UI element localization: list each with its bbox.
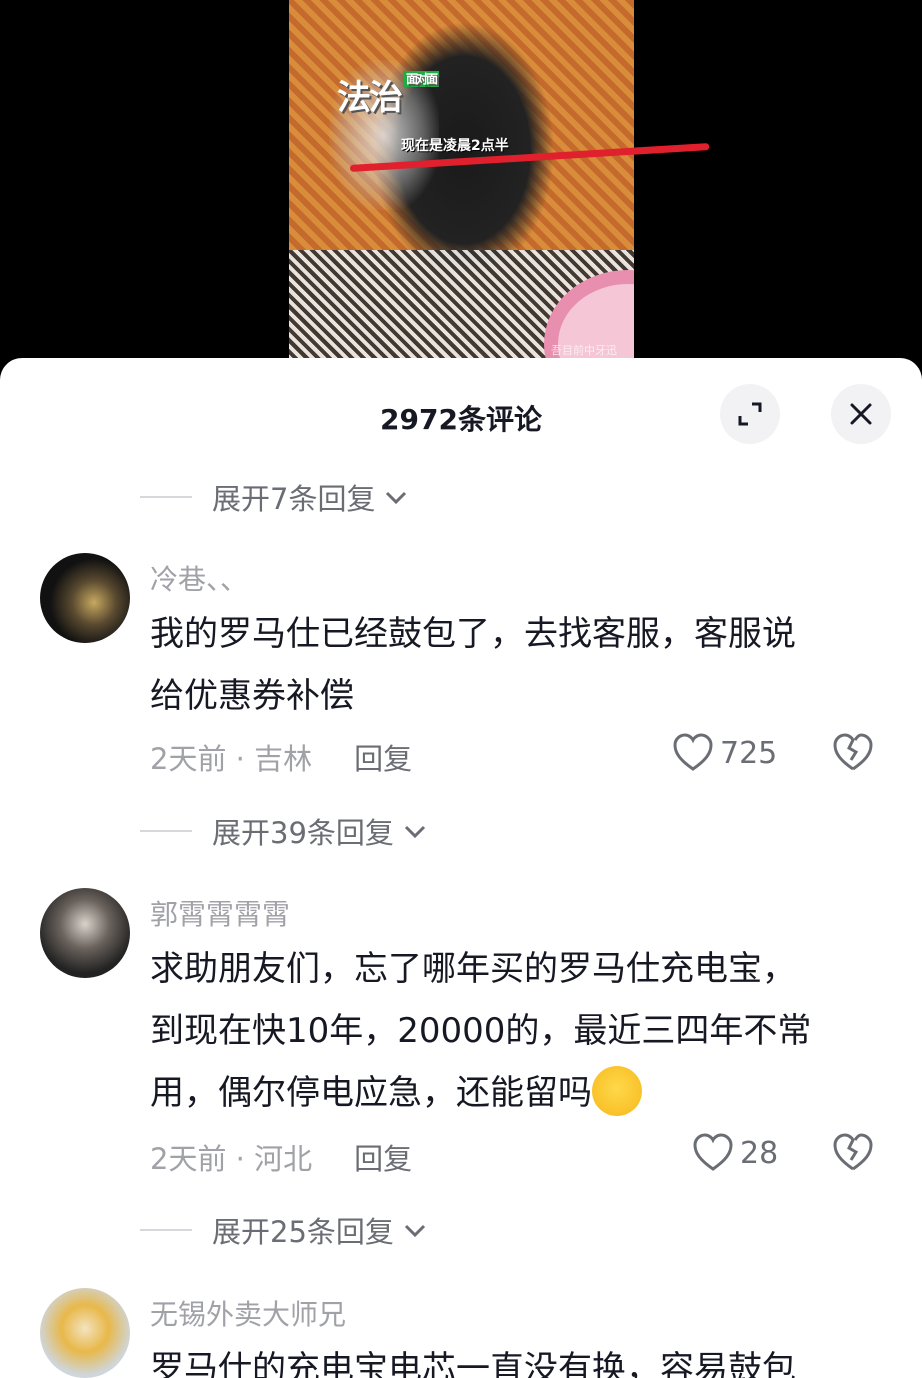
comment-text-line-3: 用，偶尔停电应急，还能留吗 — [150, 1073, 592, 1113]
comment-text-line: 给优惠券补偿 — [150, 676, 354, 716]
crying-face-icon — [592, 1065, 642, 1116]
like-button[interactable]: 725 — [672, 733, 777, 773]
comment-meta: 2天前 · 河北 回复 — [150, 1136, 412, 1178]
dislike-button[interactable] — [832, 1133, 874, 1177]
heart-icon — [673, 733, 713, 771]
heart-icon — [693, 1133, 733, 1171]
video-logo: 法治 面对面 — [337, 70, 440, 119]
divider-dash — [140, 1229, 192, 1231]
comment-text-line: 罗马仕的充电宝电芯一直没有换，容易鼓包 — [150, 1349, 796, 1378]
comment-username[interactable]: 郭霄霄霄霄 — [150, 893, 290, 933]
sheet-header: 2972条评论 — [0, 358, 922, 478]
divider-dash — [140, 496, 192, 498]
video-player[interactable]: 法治 面对面 现在是凌晨2点半 吾目前中牙迅 — [0, 0, 922, 380]
comment-text-line: 用，偶尔停电应急，还能留吗 — [150, 1062, 880, 1124]
comment-username[interactable]: 无锡外卖大师兄 — [150, 1293, 346, 1333]
comment-text-line: 我的罗马仕已经鼓包了，去找客服，客服说 — [150, 614, 796, 654]
chevron-down-icon — [386, 491, 407, 505]
avatar[interactable] — [40, 553, 130, 643]
comment-text-line: 到现在快10年，20000的，最近三四年不常 — [150, 1011, 812, 1051]
divider-dash — [140, 830, 192, 832]
comment-sheet: 2972条评论 展开7条回复 冷巷、、 我的罗马仕已经鼓包了，去找客服，客服说 … — [0, 358, 922, 1378]
expand-replies-button[interactable]: 展开25条回复 — [140, 1209, 428, 1251]
broken-heart-icon — [833, 733, 873, 771]
comment-text-line: 求助朋友们，忘了哪年买的罗马仕充电宝， — [150, 949, 796, 989]
avatar[interactable] — [40, 1288, 130, 1378]
like-button[interactable]: 28 — [692, 1133, 778, 1173]
close-button[interactable] — [831, 384, 891, 444]
expand-replies-button[interactable]: 展开7条回复 — [140, 476, 409, 518]
dislike-button[interactable] — [832, 733, 874, 777]
expand-replies-label: 展开39条回复 — [212, 816, 394, 850]
close-icon — [850, 403, 872, 425]
expand-replies-label: 展开7条回复 — [212, 482, 376, 516]
like-count: 28 — [740, 1135, 779, 1171]
chevron-down-icon — [404, 825, 425, 839]
broken-heart-icon — [833, 1133, 873, 1171]
expand-replies-button[interactable]: 展开39条回复 — [140, 810, 428, 852]
comment-username[interactable]: 冷巷、、 — [150, 558, 248, 598]
comment-text: 我的罗马仕已经鼓包了，去找客服，客服说 给优惠券补偿 — [150, 603, 880, 727]
expand-icon — [738, 402, 762, 426]
comment-meta: 2天前 · 吉林 回复 — [150, 736, 412, 778]
comment-count-title: 2972条评论 — [380, 403, 542, 436]
video-watermark: 吾目前中牙迅 — [551, 344, 617, 357]
chevron-down-icon — [404, 1224, 425, 1238]
comment-text: 求助朋友们，忘了哪年买的罗马仕充电宝， 到现在快10年，20000的，最近三四年… — [150, 938, 880, 1124]
comment-time-location: 2天前 · 河北 — [150, 1142, 313, 1176]
video-frame: 法治 面对面 现在是凌晨2点半 吾目前中牙迅 — [289, 0, 634, 360]
comment-time-location: 2天前 · 吉林 — [150, 742, 313, 776]
expand-button[interactable] — [720, 384, 780, 444]
like-count: 725 — [720, 735, 778, 771]
avatar[interactable] — [40, 888, 130, 978]
comment-text: 罗马仕的充电宝电芯一直没有换，容易鼓包 — [150, 1338, 880, 1378]
reply-button[interactable]: 回复 — [354, 736, 412, 778]
video-caption: 现在是凌晨2点半 — [401, 138, 509, 154]
reply-button[interactable]: 回复 — [354, 1136, 412, 1178]
expand-replies-label: 展开25条回复 — [212, 1215, 394, 1249]
